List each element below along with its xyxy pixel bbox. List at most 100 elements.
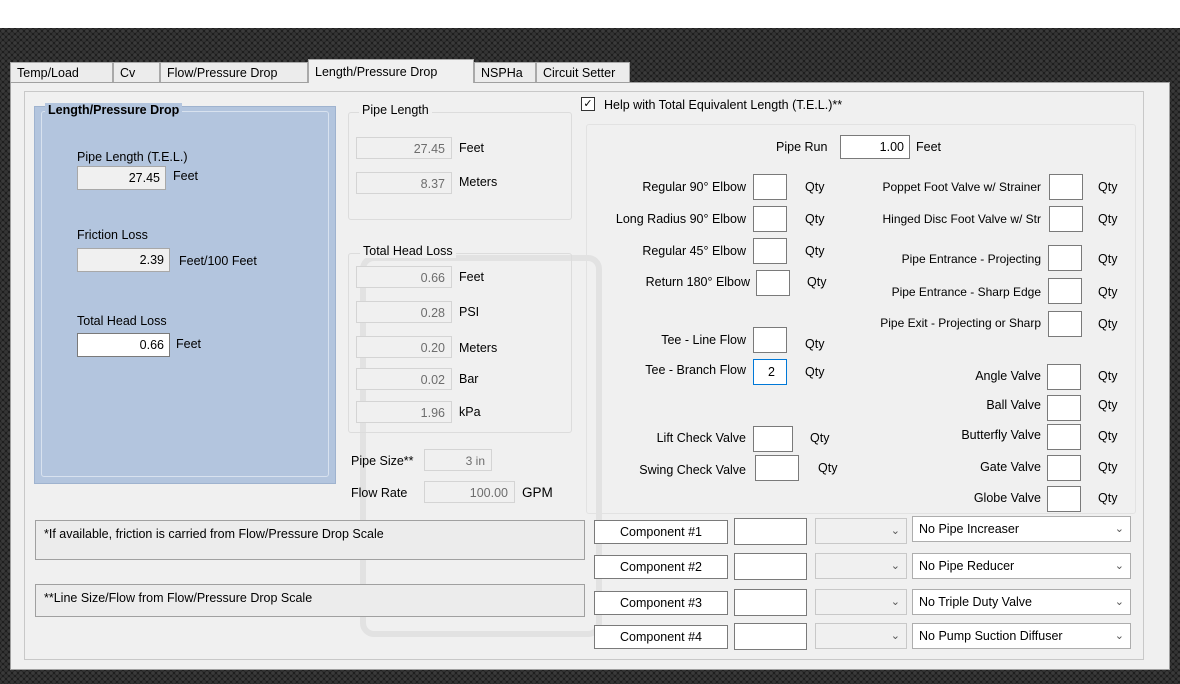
tab-temp-load[interactable]: Temp/Load: [10, 62, 113, 82]
long-radius-90-elbow-qty-field[interactable]: [753, 206, 787, 232]
pipe-length-label: Pipe Length (T.E.L.): [77, 150, 188, 164]
fitting-label: Pipe Exit - Projecting or Sharp: [880, 316, 1041, 330]
pipe-length-feet-unit: Feet: [459, 141, 485, 155]
fitting-label: Regular 90° Elbow: [642, 180, 746, 194]
component-3-option-select[interactable]: No Triple Duty Valve ⌄: [912, 589, 1131, 615]
ball-valve-qty-field[interactable]: [1047, 395, 1081, 421]
panel-title: Length/Pressure Drop: [45, 103, 183, 117]
qty-label: Qty: [1098, 460, 1118, 474]
component-4-option-select[interactable]: No Pump Suction Diffuser ⌄: [912, 623, 1131, 649]
component-2-button[interactable]: Component #2: [594, 555, 728, 579]
flow-rate-field: 100.00: [424, 481, 515, 503]
friction-loss-unit: Feet/100 Feet: [179, 254, 257, 268]
regular-45-elbow-qty-field[interactable]: [753, 238, 787, 264]
tee-line-flow-qty-field[interactable]: [753, 327, 787, 353]
pipe-entrance-projecting-qty-field[interactable]: [1048, 245, 1082, 271]
fitting-label: Tee - Branch Flow: [645, 363, 746, 377]
pipe-size-field: 3 in: [424, 449, 492, 471]
qty-label: Qty: [1098, 180, 1118, 194]
qty-label: Qty: [1098, 212, 1118, 226]
component-4-button[interactable]: Component #4: [594, 625, 728, 649]
fitting-label: Ball Valve: [986, 398, 1041, 412]
tab-flow-pressure-drop[interactable]: Flow/Pressure Drop: [160, 62, 308, 82]
fitting-label: Gate Valve: [980, 460, 1041, 474]
component-1-button[interactable]: Component #1: [594, 520, 728, 544]
tel-help-checkbox[interactable]: ✓: [581, 97, 595, 111]
head-loss-kpa-field: 1.96: [356, 401, 452, 423]
return-180-elbow-qty-field[interactable]: [756, 270, 790, 296]
tab-length-pressure-drop[interactable]: Length/Pressure Drop: [308, 59, 474, 83]
component-2-value-field[interactable]: [734, 553, 807, 580]
pipe-length-group: [348, 112, 572, 220]
tee-branch-flow-qty-field[interactable]: 2: [753, 359, 787, 385]
fitting-label: Lift Check Valve: [656, 431, 746, 445]
component-1-option-value: No Pipe Increaser: [919, 522, 1020, 536]
fitting-label: Angle Valve: [975, 369, 1041, 383]
component-3-button[interactable]: Component #3: [594, 591, 728, 615]
qty-label: Qty: [1098, 285, 1118, 299]
component-2-select[interactable]: ⌄: [815, 553, 907, 579]
pipe-length-meters-unit: Meters: [459, 175, 498, 189]
component-4-value-field[interactable]: [734, 623, 807, 650]
flow-rate-label: Flow Rate: [351, 486, 408, 500]
tab-cv[interactable]: Cv: [113, 62, 160, 82]
total-head-loss-group-title: Total Head Loss: [360, 244, 456, 258]
pipe-length-field: 27.45: [77, 166, 166, 190]
component-1-option-select[interactable]: No Pipe Increaser ⌄: [912, 516, 1131, 542]
head-loss-bar-field: 0.02: [356, 368, 452, 390]
fitting-label: Tee - Line Flow: [661, 333, 746, 347]
friction-note: *If available, friction is carried from …: [35, 520, 585, 560]
poppet-foot-valve-qty-field[interactable]: [1049, 174, 1083, 200]
chevron-down-icon: ⌄: [890, 630, 900, 642]
globe-valve-qty-field[interactable]: [1047, 486, 1081, 512]
qty-label: Qty: [805, 337, 825, 351]
total-head-loss-unit: Feet: [176, 337, 202, 351]
pipe-length-unit: Feet: [173, 169, 199, 183]
pipe-run-field[interactable]: 1.00: [840, 135, 910, 159]
swing-check-valve-qty-field[interactable]: [755, 455, 799, 481]
fitting-label: Butterfly Valve: [961, 428, 1041, 442]
hinged-disc-foot-valve-qty-field[interactable]: [1049, 206, 1083, 232]
butterfly-valve-qty-field[interactable]: [1047, 424, 1081, 450]
qty-label: Qty: [810, 431, 830, 445]
head-loss-kpa-unit: kPa: [459, 405, 481, 419]
qty-label: Qty: [1098, 317, 1118, 331]
component-4-select[interactable]: ⌄: [815, 623, 907, 649]
qty-label: Qty: [807, 275, 827, 289]
qty-label: Qty: [1098, 252, 1118, 266]
qty-label: Qty: [818, 461, 838, 475]
pipe-entrance-sharp-edge-qty-field[interactable]: [1048, 278, 1082, 304]
tab-circuit-setter[interactable]: Circuit Setter: [536, 62, 630, 82]
component-1-select[interactable]: ⌄: [815, 518, 907, 544]
total-head-loss-field[interactable]: 0.66: [77, 333, 170, 357]
qty-label: Qty: [1098, 369, 1118, 383]
qty-label: Qty: [1098, 429, 1118, 443]
pipe-exit-qty-field[interactable]: [1048, 311, 1082, 337]
fitting-label: Poppet Foot Valve w/ Strainer: [882, 180, 1041, 194]
length-pressure-drop-panel: Length/Pressure Drop Pipe Length (T.E.L.…: [34, 103, 336, 484]
component-1-value-field[interactable]: [734, 518, 807, 545]
head-loss-feet-field: 0.66: [356, 266, 452, 288]
gate-valve-qty-field[interactable]: [1047, 455, 1081, 481]
fitting-label: Return 180° Elbow: [645, 275, 750, 289]
lift-check-valve-qty-field[interactable]: [753, 426, 793, 452]
chevron-down-icon: ⌄: [890, 596, 900, 608]
component-3-select[interactable]: ⌄: [815, 589, 907, 615]
qty-label: Qty: [805, 180, 825, 194]
regular-90-elbow-qty-field[interactable]: [753, 174, 787, 200]
component-3-value-field[interactable]: [734, 589, 807, 616]
chevron-down-icon: ⌄: [1114, 560, 1124, 572]
fitting-label: Regular 45° Elbow: [642, 244, 746, 258]
chevron-down-icon: ⌄: [1114, 596, 1124, 608]
qty-label: Qty: [805, 212, 825, 226]
head-loss-feet-unit: Feet: [459, 270, 485, 284]
qty-label: Qty: [1098, 398, 1118, 412]
fitting-label: Swing Check Valve: [639, 463, 746, 477]
fitting-label: Pipe Entrance - Projecting: [901, 252, 1041, 266]
chevron-down-icon: ⌄: [890, 525, 900, 537]
angle-valve-qty-field[interactable]: [1047, 364, 1081, 390]
tab-nspha[interactable]: NSPHa: [474, 62, 536, 82]
qty-label: Qty: [805, 365, 825, 379]
component-2-option-select[interactable]: No Pipe Reducer ⌄: [912, 553, 1131, 579]
total-head-loss-label: Total Head Loss: [77, 314, 167, 328]
